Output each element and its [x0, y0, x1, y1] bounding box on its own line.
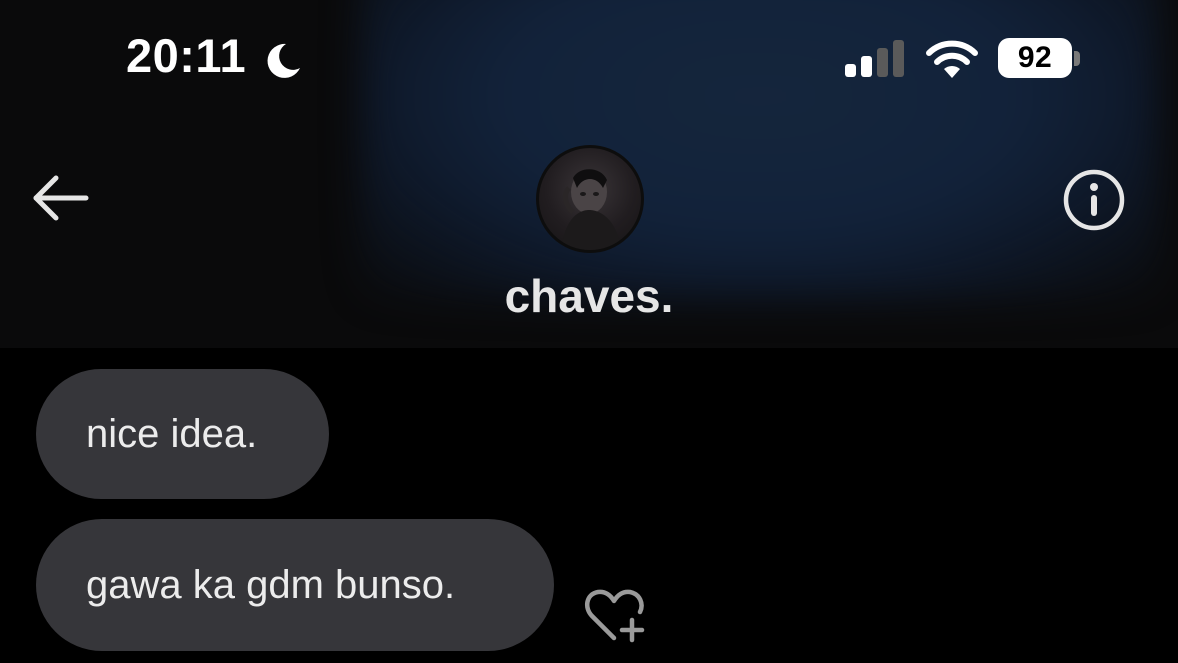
arrow-left-icon — [33, 175, 89, 221]
cellular-signal-icon — [845, 40, 904, 77]
message-bubble[interactable]: gawa ka gdm bunso. — [36, 519, 554, 651]
battery-body: 92 — [998, 38, 1072, 78]
status-time: 20:11 — [126, 29, 247, 82]
info-circle-icon — [1063, 169, 1125, 231]
avatar-photo — [561, 169, 621, 250]
contact-name[interactable]: chaves. — [0, 270, 1178, 322]
back-button[interactable] — [28, 168, 92, 228]
message-bubble[interactable]: nice idea. — [36, 369, 329, 499]
battery-tip — [1074, 51, 1080, 66]
heart-plus-icon — [584, 589, 645, 643]
info-button[interactable] — [1060, 166, 1128, 234]
chat-screen: 20:11 92 chaves. nice idea. gawa ka gdm … — [0, 0, 1178, 663]
wifi-icon — [926, 40, 978, 78]
battery-indicator: 92 — [998, 38, 1082, 80]
contact-avatar[interactable] — [536, 145, 644, 253]
moon-icon — [267, 43, 300, 78]
react-button[interactable] — [582, 586, 648, 644]
battery-level: 92 — [1017, 41, 1053, 74]
